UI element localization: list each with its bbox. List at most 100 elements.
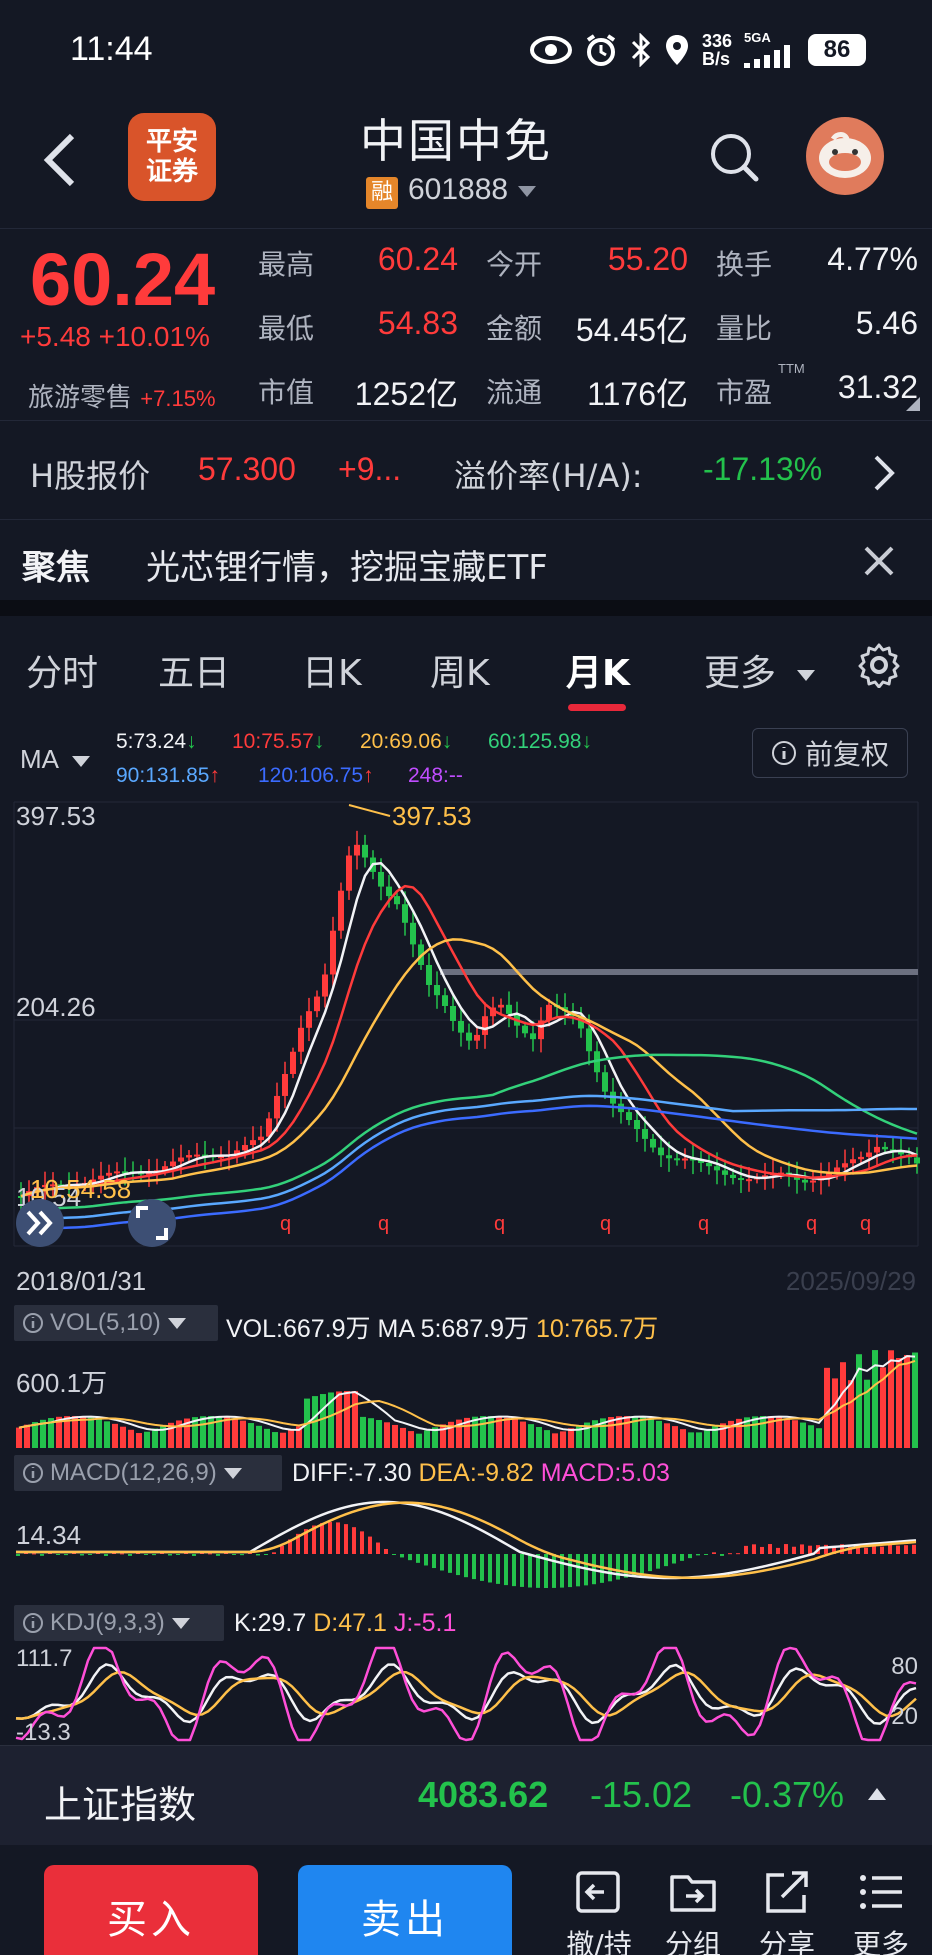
section-divider: [0, 600, 932, 616]
cancel-holdings-button[interactable]: 撤/持: [554, 1867, 644, 1955]
volume-bar: [416, 1433, 422, 1448]
macd-values: DIFF:-7.30 DEA:-9.82 MACD:5.03: [292, 1459, 670, 1488]
more-menu-button[interactable]: 更多: [836, 1867, 926, 1955]
macd-histogram-bar: [144, 1554, 148, 1555]
tab-five-day[interactable]: 五日: [158, 644, 230, 696]
kline-candle-body: [434, 984, 440, 996]
macd-histogram-bar: [664, 1554, 668, 1567]
tab-intraday[interactable]: 分时: [26, 644, 98, 696]
sector-info[interactable]: 旅游零售 +7.15%: [28, 377, 216, 414]
chevron-left-icon: [43, 133, 75, 187]
tab-monthly-k[interactable]: 月K: [566, 644, 630, 696]
buy-button[interactable]: 买入: [44, 1865, 258, 1955]
volume-bar: [272, 1432, 278, 1448]
tab-weekly-k[interactable]: 周K: [430, 644, 490, 696]
adjust-mode-button[interactable]: 前复权: [752, 728, 908, 778]
kline-chart[interactable]: 397.53 204.26 10.54 10.54.58 397.53 q q …: [0, 798, 932, 1310]
ma-lines: [20, 862, 918, 1238]
sell-button[interactable]: 卖出: [298, 1865, 512, 1955]
macd-histogram-bar: [368, 1536, 372, 1554]
volume-bar: [24, 1424, 30, 1448]
ma-selector[interactable]: MA: [20, 744, 91, 775]
kdj-indicator-selector[interactable]: KDJ(9,3,3): [14, 1605, 224, 1641]
volume-bar: [512, 1419, 518, 1448]
volume-bar: [552, 1433, 558, 1448]
net-speed-value: 336: [701, 31, 732, 51]
kline-candle-body: [346, 855, 352, 891]
market-index-bar[interactable]: 上证指数 4083.62 -15.02 -0.37%: [0, 1745, 932, 1845]
float-cap-value: 1176亿: [587, 376, 688, 412]
market-cap-label: 市值: [258, 376, 315, 409]
low-price-marker: 10.54.58: [30, 1174, 131, 1204]
q-marker: q: [698, 1213, 709, 1235]
kline-candle-body: [650, 1138, 656, 1148]
net-speed: 336 B/s: [702, 32, 732, 68]
back-button[interactable]: [40, 130, 80, 200]
kline-candle-body: [658, 1147, 664, 1156]
macd-histogram-bar: [152, 1554, 156, 1556]
stock-code[interactable]: 601888: [408, 173, 538, 207]
volume-bar: [136, 1433, 142, 1448]
tab-more[interactable]: 更多: [704, 644, 817, 696]
fullscreen-button[interactable]: [128, 1199, 176, 1247]
h-share-row[interactable]: H股报价 57.300 +9... 溢价率(H/A): -17.13%: [0, 420, 932, 520]
volume-bar: [520, 1421, 526, 1448]
macd-histogram-bar: [792, 1546, 796, 1554]
focus-banner[interactable]: 聚焦 光芯锂行情，挖掘宝藏ETF: [0, 520, 932, 602]
volume-bars: [16, 1350, 918, 1448]
macd-histogram-bar: [16, 1554, 20, 1556]
macd-histogram-bar: [688, 1554, 692, 1559]
kdj-j-line: [15, 1646, 917, 1742]
share-button[interactable]: 分享: [742, 1867, 832, 1955]
volume-bar: [376, 1420, 382, 1448]
kline-candle-body: [298, 1027, 304, 1052]
collapse-button[interactable]: [16, 1199, 64, 1247]
volume-bar: [792, 1420, 798, 1448]
macd-indicator-selector[interactable]: MACD(12,26,9): [14, 1455, 282, 1491]
macd-histogram-bar: [744, 1545, 748, 1554]
caret-down-icon: [797, 670, 816, 681]
kdj-y-bottom: -13.3: [16, 1719, 71, 1744]
kline-candle-body: [874, 1146, 880, 1153]
macd-histogram-bar: [128, 1554, 132, 1556]
kdj-d-line: [15, 1670, 917, 1720]
network-type: 5GA: [744, 30, 771, 45]
ma10-text: 10:75.57: [232, 730, 314, 753]
macd-histogram-bar: [400, 1554, 404, 1558]
macd-histogram-bar: [912, 1544, 916, 1554]
kline-candle-body: [450, 1005, 456, 1021]
group-button[interactable]: 分组: [648, 1867, 738, 1955]
vol-indicator-selector[interactable]: VOL(5,10): [14, 1305, 218, 1341]
h-share-price: 57.300: [198, 451, 296, 487]
fullscreen-button-bg: [128, 1199, 176, 1247]
search-icon[interactable]: [706, 129, 762, 185]
share-label: 分享: [758, 1928, 815, 1955]
kline-candle-body: [858, 1156, 864, 1160]
vol-indicator-label: VOL(5,10): [50, 1309, 161, 1336]
vol-values: VOL:667.9万 MA 5:687.9万 10:765.7万: [226, 1309, 658, 1345]
avatar[interactable]: [806, 117, 884, 195]
macd-histogram-bar: [408, 1554, 412, 1561]
volume-bar: [392, 1424, 398, 1448]
volume-bar: [696, 1432, 702, 1448]
close-icon[interactable]: [862, 544, 896, 578]
tab-daily-k[interactable]: 日K: [302, 644, 362, 696]
volume-bar: [104, 1421, 110, 1448]
macd-histogram-bar: [888, 1544, 892, 1554]
cancel-order-icon: [576, 1871, 620, 1913]
premium-label: 溢价率(H/A):: [454, 457, 643, 495]
q-marker: q: [494, 1213, 505, 1235]
kdj-k-line: [15, 1663, 917, 1725]
macd-histogram-bar: [552, 1554, 556, 1588]
info-icon: [23, 1313, 43, 1333]
settings-gear-icon[interactable]: [856, 642, 902, 688]
index-value: 4083.62: [418, 1774, 549, 1815]
kline-candle-body: [314, 996, 320, 1012]
macd-histogram-bar: [88, 1554, 92, 1555]
vol-ma10-value: 10:765.7万: [535, 1315, 659, 1343]
volume-bar: [336, 1391, 342, 1448]
corner-expand-icon[interactable]: [906, 397, 920, 411]
volume-bar: [240, 1420, 246, 1448]
cancel-holdings-label: 撤/持: [566, 1928, 632, 1955]
kline-candle-body: [834, 1167, 840, 1173]
